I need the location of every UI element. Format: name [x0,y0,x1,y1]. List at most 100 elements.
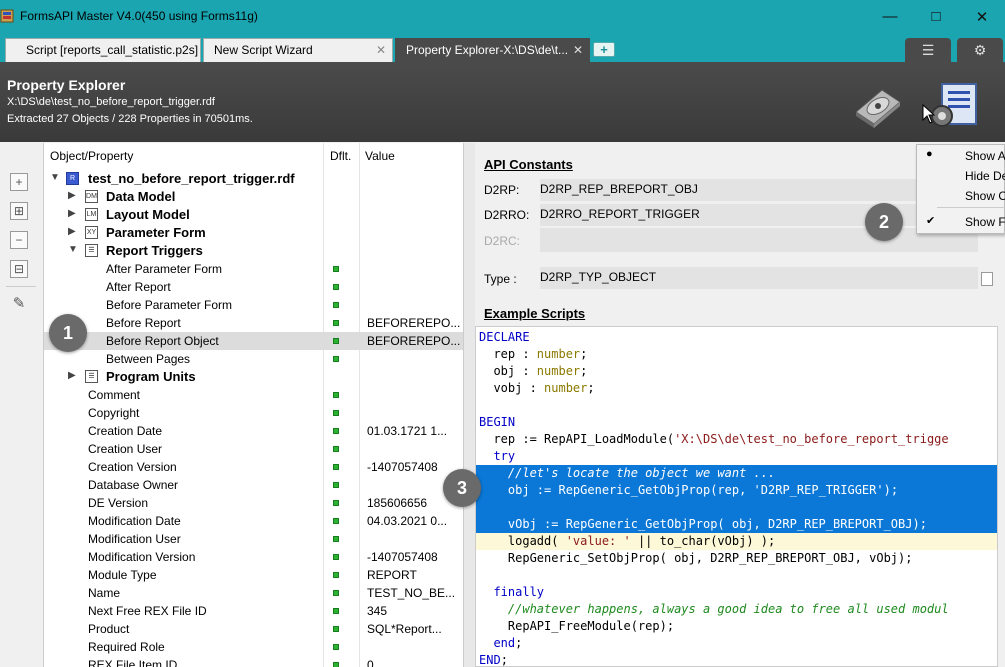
chevron-right-icon[interactable]: ▶ [68,226,76,237]
expand-icon[interactable]: + [10,173,28,191]
tab-property-explorer[interactable]: Property Explorer-X:\DS\de\t... ✕ [395,38,590,62]
tree-row[interactable]: Next Free REX File ID 345 [44,602,463,620]
maximize-icon[interactable]: □ [913,0,959,33]
tree-row[interactable]: Product SQL*Report... [44,620,463,638]
column-header-value[interactable]: Value [365,149,395,163]
tree-row-parameter-form[interactable]: ▶ XY Parameter Form [44,224,463,242]
chevron-down-icon[interactable]: ▼ [68,244,78,255]
toolbar-divider [6,286,36,287]
tab-new-script-wizard[interactable]: New Script Wizard ✕ [203,38,393,62]
tree-row-data-model[interactable]: ▶ DM Data Model [44,188,463,206]
column-header-object[interactable]: Object/Property [50,149,133,163]
type-field[interactable]: D2RP_TYP_OBJECT [540,267,978,289]
settings-config-icon[interactable] [930,80,980,130]
tree-row[interactable]: Before Report BEFOREREPO... [44,314,463,332]
menu-item-show-o[interactable]: Show O [917,185,1005,207]
api-constants-title: API Constants [484,157,573,172]
default-indicator-icon [333,536,339,542]
default-indicator-icon [333,284,339,290]
close-icon[interactable]: ✕ [376,43,386,57]
chevron-right-icon[interactable]: ▶ [68,208,76,219]
tree-row[interactable]: Creation User [44,440,463,458]
tree-row[interactable]: Module Type REPORT [44,566,463,584]
default-indicator-icon [333,410,339,416]
tree-row[interactable]: Between Pages [44,350,463,368]
list-icon[interactable]: ☰ [905,38,951,62]
tree-row-label: Product [88,622,130,636]
edit-icon[interactable]: ✎ [10,294,28,312]
menu-item-label: Show O [965,189,1005,203]
copy-icon[interactable] [981,272,993,286]
mouse-cursor-icon [922,104,936,124]
tree-row-label: Creation User [88,442,163,456]
title-bar: FormsAPI Master V4.0(450 using Forms11g)… [0,0,1005,33]
tree-root[interactable]: ▼ R test_no_before_report_trigger.rdf [44,170,463,188]
tree-row-selected[interactable]: Before Report Object BEFOREREPO... [44,332,463,350]
extraction-stats: Extracted 27 Objects / 228 Properties in… [7,113,253,125]
tree-row[interactable]: REX File Item ID 0 [44,656,463,667]
tree-row[interactable]: DE Version 185606656 [44,494,463,512]
d2rro-field[interactable]: D2RRO_REPORT_TRIGGER [540,204,978,226]
chevron-right-icon[interactable]: ▶ [68,190,76,201]
hard-disk-icon[interactable] [852,82,902,128]
tree-row-label: After Report [106,280,171,294]
tree-row[interactable]: Name TEST_NO_BE... [44,584,463,602]
data-model-icon: DM [85,190,98,203]
close-icon[interactable]: ✕ [573,43,583,57]
default-indicator-icon [333,626,339,632]
tree-row-value: 345 [367,604,388,618]
column-header-default[interactable]: Dflt. [330,149,351,163]
left-toolbar: + ⊞ − ⊟ ✎ [0,143,44,667]
tree-row[interactable]: Creation Date 01.03.1721 1... [44,422,463,440]
code-line: rep := RepAPI_LoadModule('X:\DS\de\test_… [479,432,949,446]
tree-row[interactable]: Modification Date 04.03.2021 0... [44,512,463,530]
d2rp-label: D2RP: [484,183,520,197]
tab-script[interactable]: Script [reports_call_statistic.p2s] [5,38,201,62]
tree-row-label: Modification Date [88,514,181,528]
tree-row[interactable]: Creation Version -1407057408 [44,458,463,476]
tree-row[interactable]: Copyright [44,404,463,422]
tree-row-label: Between Pages [106,352,191,366]
tree-header: Object/Property Dflt. Value [44,147,463,165]
tree-row-label: Modification User [88,532,181,546]
tree-row[interactable]: Before Parameter Form [44,296,463,314]
expand-all-icon[interactable]: ⊞ [10,202,28,220]
property-explorer-header: Property Explorer X:\DS\de\test_no_befor… [0,62,1005,142]
menu-item-hide-de[interactable]: Hide De [917,165,1005,187]
tree-row-value: 04.03.2021 0... [367,514,448,528]
chevron-right-icon[interactable]: ▶ [68,370,76,381]
code-line: BEGIN [479,415,516,429]
tree-row[interactable]: After Parameter Form [44,260,463,278]
panel-splitter[interactable] [463,143,475,667]
gear-icon[interactable]: ⚙ [957,38,1003,62]
tree-row-label: Database Owner [88,478,179,492]
menu-item-show-fo[interactable]: ✔ Show Fo [917,211,1005,233]
chevron-down-icon[interactable]: ▼ [50,172,60,183]
example-script-code[interactable]: DECLARE rep : number; obj : number; vobj… [475,326,998,667]
d2rp-field[interactable]: D2RP_REP_BREPORT_OBJ [540,179,978,201]
collapse-all-icon[interactable]: ⊟ [10,260,28,278]
tree-row-label: Program Units [106,369,196,384]
d2rc-field[interactable] [540,228,978,252]
tree-row-label: Report Triggers [106,243,203,258]
menu-item-show-a[interactable]: ● Show A [917,145,1005,167]
minimize-icon[interactable]: — [867,0,913,33]
tree-row[interactable]: Database Owner [44,476,463,494]
close-icon[interactable]: ✕ [959,0,1005,33]
code-line: try [493,449,516,463]
tree-row-label: Parameter Form [106,225,206,240]
program-units-icon: ☰ [85,370,98,383]
tree-row[interactable]: Required Role [44,638,463,656]
tree-row[interactable]: Modification User [44,530,463,548]
tree-row-program-units[interactable]: ▶ ☰ Program Units [44,368,463,386]
tree-row-label: REX File Item ID [88,658,178,667]
collapse-icon[interactable]: − [10,231,28,249]
tree-row-report-triggers[interactable]: ▼ ☰ Report Triggers [44,242,463,260]
tree-row-label: Comment [88,388,141,402]
tree-row-layout-model[interactable]: ▶ LM Layout Model [44,206,463,224]
tree-row[interactable]: Modification Version -1407057408 [44,548,463,566]
tree-row[interactable]: After Report [44,278,463,296]
add-tab-icon[interactable]: + [593,42,615,57]
tree-row[interactable]: Comment [44,386,463,404]
code-line-selected [476,499,997,516]
